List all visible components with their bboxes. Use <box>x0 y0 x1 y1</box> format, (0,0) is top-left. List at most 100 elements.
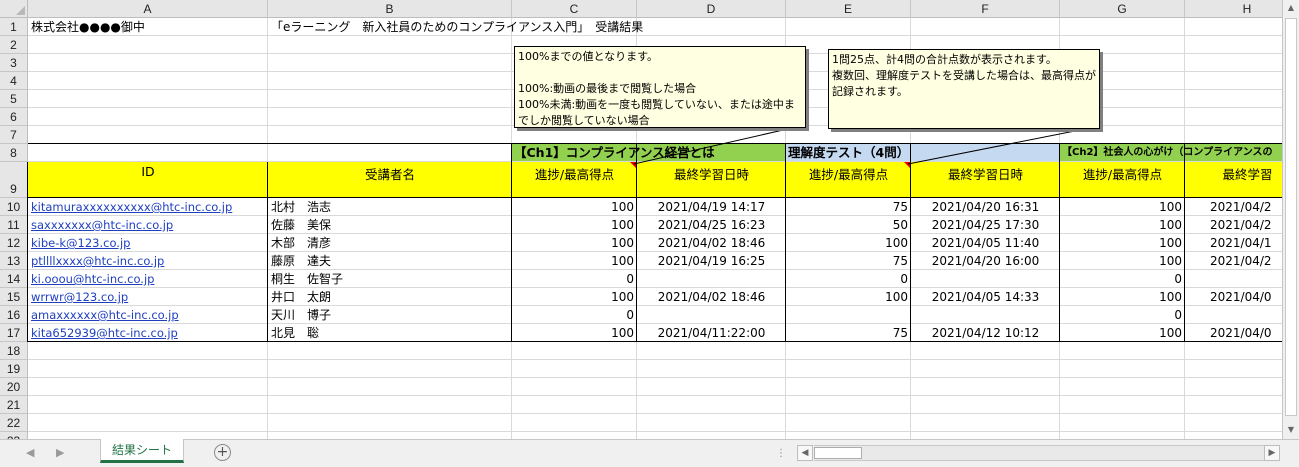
cell-id[interactable]: ki.ooou@htc-inc.co.jp <box>28 270 268 288</box>
cell-c: 100 <box>611 254 634 268</box>
cell-c: 100 <box>611 290 634 304</box>
column-title-h-date: 最終学習 <box>1222 167 1273 182</box>
column-header-a[interactable]: A <box>28 0 268 18</box>
tab-splitter-icon[interactable]: ⋮ <box>776 448 787 459</box>
column-header-e[interactable]: E <box>786 0 911 18</box>
horizontal-scrollbar[interactable] <box>814 445 1270 461</box>
comment-indicator-icon <box>630 162 636 168</box>
row-header-21[interactable]: 21 <box>0 396 28 414</box>
cell-c: 0 <box>626 272 634 286</box>
gridline-horizontal <box>28 161 1282 162</box>
chapter2-title: 【Ch2】社会人の心がけ（コンプライアンスの <box>1062 147 1273 158</box>
vertical-scroll-thumb[interactable] <box>1285 18 1297 416</box>
row-header-12[interactable]: 12 <box>0 234 28 252</box>
cell-name: 佐藤 美保 <box>271 218 332 232</box>
column-header-h[interactable]: H <box>1185 0 1282 18</box>
select-all-corner[interactable] <box>0 0 28 18</box>
cell-id[interactable]: ptllllxxxx@htc-inc.co.jp <box>28 252 268 270</box>
column-header-b[interactable]: B <box>268 0 512 18</box>
cell-f: 2021/04/12 10:12 <box>931 326 1040 340</box>
row-header-1[interactable]: 1 <box>0 18 28 36</box>
column-title-g-progress: 進捗/最高得点 <box>1082 167 1163 182</box>
row-header-6[interactable]: 6 <box>0 108 28 126</box>
column-header-f[interactable]: F <box>911 0 1060 18</box>
row-header-10[interactable]: 10 <box>0 198 28 216</box>
cell-g: 0 <box>1174 308 1182 322</box>
comment-progress-note[interactable]: 100%までの値となります。 100%:動画の最後まで閲覧した場合 100%未満… <box>514 46 806 128</box>
gridline-horizontal <box>28 395 1282 396</box>
row-header-3[interactable]: 3 <box>0 54 28 72</box>
row-header-8[interactable]: 8 <box>0 144 28 162</box>
row-header-13[interactable]: 13 <box>0 252 28 270</box>
sheet-tab-bar: ◀ ▶ 結果シート + ⋮ ◀ ▶ <box>0 439 1299 467</box>
cell-h: 2021/04/2 <box>1210 254 1272 268</box>
row-header-19[interactable]: 19 <box>0 360 28 378</box>
cell-h <box>1207 306 1282 324</box>
cell-c: 100 <box>611 326 634 340</box>
scroll-right-icon[interactable]: ▶ <box>1264 445 1280 461</box>
cell-name: 藤原 達夫 <box>271 254 332 268</box>
title-client: 株式会社●●●●御中 <box>31 20 145 34</box>
cell-name: 天川 博子 <box>271 308 332 322</box>
comment-indicator-icon <box>904 162 910 168</box>
spreadsheet-grid[interactable]: ABCDEFGH 1 2 3 4 5 6 7 8 9 10 11 12 13 14 15 16 17 18 19 20… <box>0 0 1282 439</box>
next-sheet-icon[interactable]: ▶ <box>56 446 64 459</box>
cell-e: 75 <box>892 326 908 340</box>
quiz-title: 理解度テスト（4問） <box>788 145 910 160</box>
scroll-left-icon[interactable]: ◀ <box>797 445 813 461</box>
cell-g: 100 <box>1159 236 1182 250</box>
cell-id[interactable]: amaxxxxxx@htc-inc.co.jp <box>28 306 268 324</box>
cell-d <box>637 306 786 324</box>
column-title-d-date: 最終学習日時 <box>673 167 749 182</box>
sheet-tab-results[interactable]: 結果シート <box>100 439 184 463</box>
row-header-14[interactable]: 14 <box>0 270 28 288</box>
row-header-23[interactable]: 23 <box>0 432 28 439</box>
row-header-20[interactable]: 20 <box>0 378 28 396</box>
chapter1-title: 【Ch1】コンプライアンス経営とは <box>514 145 715 160</box>
cell-d: 2021/04/19 14:17 <box>657 200 766 214</box>
vertical-scrollbar[interactable]: ▲ ▼ <box>1282 0 1299 439</box>
cell-h: 2021/04/2 <box>1210 200 1272 214</box>
gridline-horizontal <box>28 431 1282 432</box>
row-header-15[interactable]: 15 <box>0 288 28 306</box>
row-header-11[interactable]: 11 <box>0 216 28 234</box>
row-header-17[interactable]: 17 <box>0 324 28 342</box>
horizontal-scroll-thumb[interactable] <box>814 447 862 459</box>
cell-d: 2021/04/11:22:00 <box>657 326 766 340</box>
gridline-horizontal <box>28 359 1282 360</box>
cell-c: 100 <box>611 236 634 250</box>
plus-circle-icon[interactable]: + <box>214 444 231 461</box>
cell-c: 100 <box>611 218 634 232</box>
column-header-g[interactable]: G <box>1060 0 1185 18</box>
row-header-4[interactable]: 4 <box>0 72 28 90</box>
cell-d: 2021/04/19 16:25 <box>657 254 766 268</box>
cell-name: 北村 浩志 <box>271 200 332 214</box>
cell-e: 75 <box>892 200 908 214</box>
row-header-18[interactable]: 18 <box>0 342 28 360</box>
scroll-down-icon[interactable]: ▼ <box>1283 422 1299 438</box>
row-header-9[interactable]: 9 <box>0 162 28 198</box>
cell-e: 100 <box>885 236 908 250</box>
cell-id[interactable]: kita652939@htc-inc.co.jp <box>28 324 268 342</box>
cell-id[interactable]: saxxxxxxx@htc-inc.co.jp <box>28 216 268 234</box>
cell-id[interactable]: wrrwr@123.co.jp <box>28 288 268 306</box>
row-header-16[interactable]: 16 <box>0 306 28 324</box>
cell-e: 75 <box>892 254 908 268</box>
row-header-2[interactable]: 2 <box>0 36 28 54</box>
cell-h <box>1207 270 1282 288</box>
cell-id[interactable]: kibe-k@123.co.jp <box>28 234 268 252</box>
comment-quiz-note[interactable]: 1問25点、計4問の合計点数が表示されます。 複数回、理解度テストを受講した場合… <box>828 49 1100 129</box>
row-header-5[interactable]: 5 <box>0 90 28 108</box>
cell-d: 2021/04/02 18:46 <box>657 290 766 304</box>
row-header-7[interactable]: 7 <box>0 126 28 144</box>
column-title-f-date: 最終学習日時 <box>947 167 1023 182</box>
column-header-d[interactable]: D <box>637 0 786 18</box>
cell-name: 北見 聡 <box>271 326 320 340</box>
row-header-22[interactable]: 22 <box>0 414 28 432</box>
cell-f: 2021/04/25 17:30 <box>931 218 1040 232</box>
cell-e: 100 <box>885 290 908 304</box>
scroll-up-icon[interactable]: ▲ <box>1283 0 1299 16</box>
cell-id[interactable]: kitamuraxxxxxxxxxx@htc-inc.co.jp <box>28 198 268 216</box>
prev-sheet-icon[interactable]: ◀ <box>26 446 34 459</box>
column-header-c[interactable]: C <box>512 0 637 18</box>
